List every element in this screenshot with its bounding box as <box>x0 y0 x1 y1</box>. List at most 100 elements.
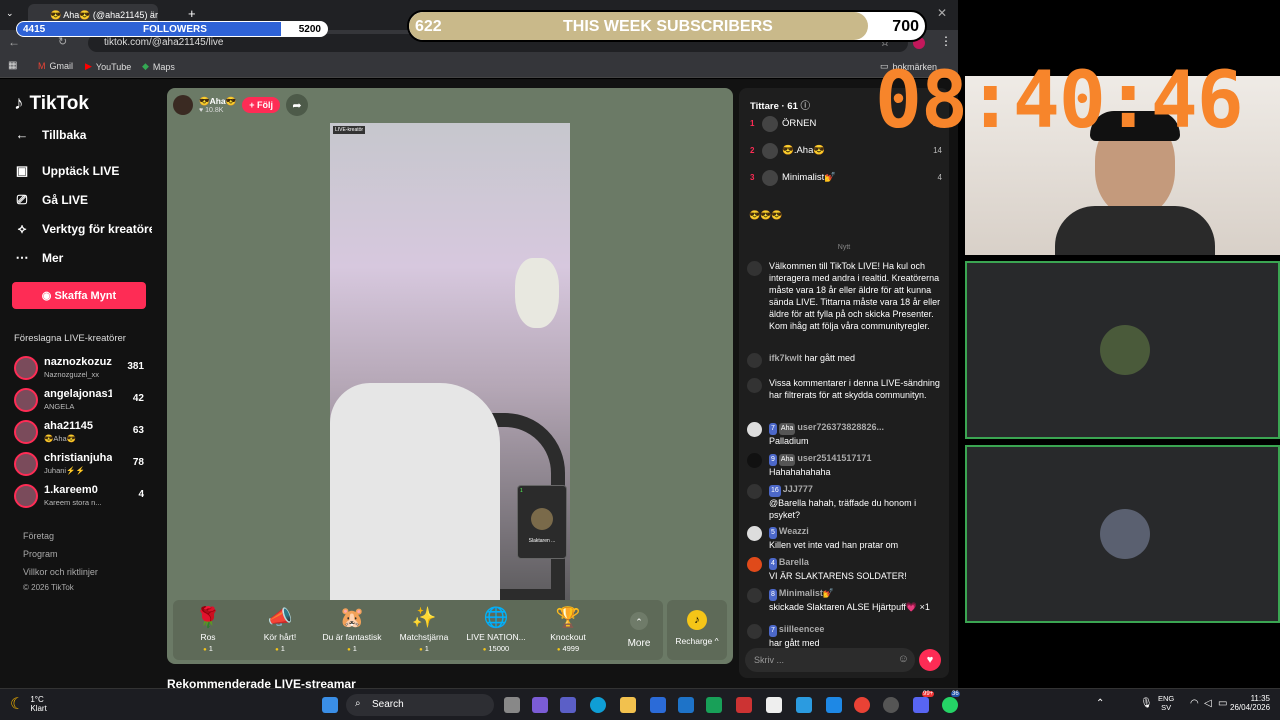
tiktok-logo[interactable]: ♪ TikTok <box>14 93 89 115</box>
language-indicator[interactable]: ENG SV <box>1158 694 1174 712</box>
get-coins-button[interactable]: ◉ Skaffa Mynt <box>12 282 146 309</box>
host-avatar[interactable] <box>173 95 193 115</box>
person-hoodie <box>330 383 500 603</box>
bookmark-youtube[interactable]: ▶ YouTube <box>85 61 131 72</box>
gift-name: Matchstjärna <box>399 632 449 642</box>
footer-link[interactable]: Program <box>23 549 58 559</box>
task-view-icon[interactable] <box>504 697 520 713</box>
live-video[interactable]: LIVE-kreatör 1 Slaktaren ... <box>330 123 570 603</box>
gift-item[interactable]: 🏆 Knockout 4999 <box>537 606 599 653</box>
gift-item[interactable]: 🌐 LIVE NATION... 15000 <box>465 606 527 653</box>
bookmark-gmail[interactable]: M Gmail <box>38 61 73 71</box>
tray-chevron-icon[interactable]: ⌃ <box>1096 698 1104 709</box>
menu-dots-icon[interactable]: ⋮ <box>940 34 952 48</box>
taskbar-search[interactable]: ⌕ Search <box>346 694 494 716</box>
url-text: tiktok.com/@aha21145/live <box>104 37 224 48</box>
suggested-creator[interactable]: naznozkozuzel Naznozguzel_xx 381 <box>14 354 144 382</box>
suggested-creator[interactable]: christianjuhani Juhani⚡⚡ 78 <box>14 450 144 478</box>
message-avatar <box>747 353 762 368</box>
chat-message[interactable]: ifk7kwlt har gått med <box>747 352 943 368</box>
guest-pip[interactable]: 1 Slaktaren ... <box>517 485 567 559</box>
suggested-creator[interactable]: 1.kareem0 Kareem stora n... 4 <box>14 482 144 510</box>
gift-item[interactable]: 🌹 Ros 1 <box>177 606 239 653</box>
windows-start-icon[interactable] <box>322 697 338 713</box>
clock-tray[interactable]: 11:35 26/04/2026 <box>1230 694 1270 712</box>
weather-temp: 1°C <box>30 695 44 704</box>
message-body: 7 siilleencee har gått med <box>769 623 943 649</box>
outlook-icon[interactable] <box>650 697 666 713</box>
chat-message[interactable]: Välkommen till TikTok LIVE! Ha kul och i… <box>747 260 943 332</box>
whatsapp-icon[interactable]: 36 <box>942 691 960 713</box>
heart-icon[interactable]: ♥ <box>919 649 941 671</box>
recharge-button[interactable]: ♪ Recharge ^ <box>667 600 727 660</box>
explorer-icon[interactable] <box>620 697 636 713</box>
bookmark-maps[interactable]: ◆ Maps <box>142 61 175 72</box>
nav-more[interactable]: ⋯ Mer <box>14 250 64 266</box>
wifi-icon[interactable]: ◠ <box>1190 698 1199 709</box>
new-tab-icon[interactable]: + <box>188 6 196 21</box>
close-window-icon[interactable]: ✕ <box>937 6 947 20</box>
top-viewer[interactable]: 3 Minimalist💅 4 <box>750 169 942 189</box>
chat-message[interactable]: 9 Aha user25141517171 Hahahahahaha <box>747 452 943 478</box>
nav-back[interactable]: ← Tillbaka <box>14 127 87 142</box>
gift-price: 1 <box>249 644 311 653</box>
volume-icon[interactable]: ◁ <box>1204 698 1212 709</box>
nav-go-live[interactable]: ⎚ Gå LIVE <box>14 192 88 208</box>
app2-icon[interactable] <box>766 697 782 713</box>
mic-icon[interactable]: 🎙 <box>1140 698 1153 709</box>
creator-subtitle: Naznozguzel_xx <box>44 370 100 379</box>
back-icon[interactable]: ← <box>8 35 20 49</box>
suggested-creator[interactable]: angelajonas123 ANGELA 42 <box>14 386 144 414</box>
tab-menu-icon[interactable]: ⌄ <box>6 8 14 19</box>
gift-item[interactable]: 📣 Kör hårt! 1 <box>249 606 311 653</box>
discord-icon[interactable]: 99+ <box>913 691 935 713</box>
copyright: © 2026 TikTok <box>23 583 74 592</box>
chat-message[interactable]: 8 Minimalist💅 skickade Slaktaren ALSE Hjä… <box>747 587 943 613</box>
chat-message[interactable]: 5 Weazzi Killen vet inte vad han pratar o… <box>747 525 943 551</box>
obs-icon[interactable] <box>883 697 899 713</box>
teams-icon[interactable] <box>560 697 576 713</box>
nav-discover-live[interactable]: ▣ Upptäck LIVE <box>14 163 120 179</box>
viewers-header[interactable]: Tittare · 61 ⓘ <box>750 98 810 112</box>
bookmarks-bar: ▦ M Gmail ▶ YouTube ◆ Maps ▭ bokmärken <box>0 56 958 78</box>
battery-icon[interactable]: ▭ <box>1218 698 1227 709</box>
app4-icon[interactable] <box>826 697 842 713</box>
viewers-count: Tittare · 61 <box>750 101 798 112</box>
creator-subtitle: Juhani⚡⚡ <box>44 466 85 475</box>
app3-icon[interactable] <box>796 697 812 713</box>
chat-message[interactable]: 16 JJJ777 @Barella hahah, träffade du hon… <box>747 483 943 521</box>
viewer-name: ÖRNEN <box>782 118 817 129</box>
share-icon[interactable]: ➦ <box>286 94 308 116</box>
gmail-icon: M <box>38 61 46 71</box>
edge-icon[interactable] <box>590 697 606 713</box>
store-icon[interactable] <box>678 697 694 713</box>
emoji-icon[interactable]: ☺ <box>898 653 909 665</box>
host-name[interactable]: 😎Aha😎 <box>199 96 236 107</box>
copilot-icon[interactable] <box>532 697 548 713</box>
streamer-shirt <box>1055 206 1215 255</box>
apps-icon[interactable]: ▦ <box>8 60 17 71</box>
nav-creator-tools[interactable]: ⟡ Verktyg för kreatörer <box>14 221 152 237</box>
chrome-icon[interactable] <box>854 697 870 713</box>
creator-avatar <box>14 484 38 508</box>
level-badge: 5 <box>769 527 777 539</box>
more-gifts-button[interactable]: ⌃ More <box>619 606 659 649</box>
chat-input[interactable]: Skriv ... ☺ <box>745 648 915 672</box>
chat-message[interactable]: 4 Barella VI ÄR SLAKTARENS SOLDATER! <box>747 556 943 582</box>
viewer-avatar <box>762 143 778 159</box>
follow-button[interactable]: + Följ <box>242 97 280 113</box>
lang-secondary: SV <box>1161 703 1172 712</box>
msi-icon[interactable] <box>736 697 752 713</box>
chat-message[interactable]: Vissa kommentarer i denna LIVE-sändning … <box>747 377 943 401</box>
chat-message[interactable]: 7 Aha user726373828826... Palladium <box>747 421 943 447</box>
gift-item[interactable]: 🐹 Du är fantastisk 1 <box>321 606 383 653</box>
gift-item[interactable]: ✨ Matchstjärna 1 <box>393 606 455 653</box>
app-icon[interactable] <box>706 697 722 713</box>
suggested-title: Föreslagna LIVE-kreatörer <box>14 333 126 344</box>
chat-message[interactable]: 7 siilleencee har gått med <box>747 623 943 649</box>
suggested-creator[interactable]: aha21145 😎Aha😎 63 <box>14 418 144 446</box>
message-user: user726373828826... <box>797 422 884 432</box>
footer-link[interactable]: Företag <box>23 531 54 541</box>
weather-widget[interactable]: ☾ 1°C Klart <box>10 694 47 714</box>
footer-link[interactable]: Villkor och riktlinjer <box>23 567 98 577</box>
